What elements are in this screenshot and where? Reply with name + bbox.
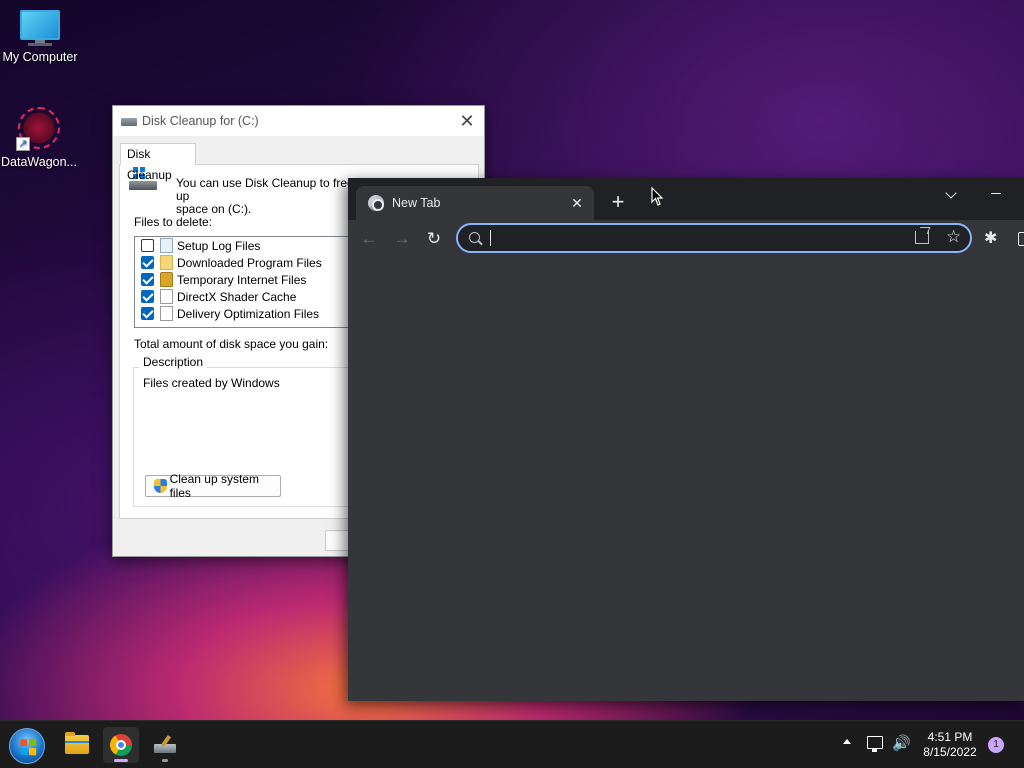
tab-title: New Tab [392,196,441,210]
disk-cleanup-icon [121,114,137,128]
checkbox-checked[interactable] [141,307,154,320]
shortcut-arrow-icon: ↗ [16,137,30,151]
list-item-label: Temporary Internet Files [177,272,307,287]
extensions-puzzle-icon[interactable]: ✱ [984,228,997,250]
list-item-label: Delivery Optimization Files [177,306,320,321]
description-text: Files created by Windows [143,376,280,390]
tab-strip[interactable]: New Tab ✕ + [348,178,1024,220]
list-item-label: DirectX Shader Cache [177,289,297,304]
desktop-icon-label: DataWagon... [1,155,77,169]
file-icon [160,238,173,253]
chrome-icon [110,734,132,756]
description-legend: Description [139,355,208,369]
close-tab-icon[interactable]: ✕ [568,194,586,212]
files-list[interactable]: Setup Log Files Downloaded Program Files… [134,236,374,328]
minimize-button[interactable] [990,184,1004,204]
profile-menu-icon[interactable] [1018,232,1024,246]
intro-line-1: You can use Disk Cleanup to free up [176,176,354,203]
close-icon[interactable]: ✕ [456,110,478,132]
total-space-label: Total amount of disk space you gain: [134,337,329,351]
list-item-label: Setup Log Files [177,238,261,253]
text-caret [490,230,491,246]
chevron-down-icon[interactable] [942,186,962,206]
datawagon-logo-icon: ↗ [16,105,62,151]
network-icon[interactable] [867,736,883,752]
reload-icon[interactable]: ↻ [423,228,445,250]
share-icon[interactable] [915,231,929,244]
new-tab-button[interactable]: + [606,190,630,214]
button-label: Clean up system files [169,472,259,500]
checkbox-checked[interactable] [141,256,154,269]
list-item[interactable]: DirectX Shader Cache [135,288,373,305]
bookmark-star-icon[interactable]: ☆ [946,227,961,247]
document-icon [160,289,173,304]
show-hidden-icons-chevron-up-icon[interactable] [843,739,851,744]
desktop-icon-datawagon[interactable]: ↗ DataWagon... [0,105,79,169]
files-to-delete-label: Files to delete: [134,215,213,229]
list-item-label: Downloaded Program Files [177,255,322,270]
toolbar: ← → ↻ ☆ ✱ [348,220,1024,258]
list-item[interactable]: Setup Log Files [135,237,373,254]
active-indicator [114,759,128,762]
volume-icon[interactable]: 🔊 [892,735,911,753]
list-item[interactable]: Temporary Internet Files [135,271,373,288]
document-icon [160,306,173,321]
checkbox-checked[interactable] [141,273,154,286]
back-arrow-icon[interactable]: ← [358,228,380,250]
running-indicator [162,759,168,762]
list-item[interactable]: Delivery Optimization Files [135,305,373,322]
lock-icon [160,272,173,287]
disk-cleanup-icon [154,734,176,753]
taskbar: 🔊 4:51 PM 8/15/2022 1 [0,720,1024,768]
checkbox[interactable] [141,239,154,252]
clock-date: 8/15/2022 [923,745,977,759]
desktop-icon-my-computer[interactable]: My Computer [0,10,80,64]
disk-cleanup-titlebar[interactable]: Disk Cleanup for (C:) [113,106,484,136]
address-input[interactable] [490,229,870,247]
taskbar-disk-cleanup[interactable] [147,727,183,763]
start-button[interactable] [9,728,45,764]
folder-icon [65,732,89,754]
tab-new-tab[interactable]: New Tab ✕ [356,186,594,220]
shield-icon [154,479,167,493]
monitor-icon [18,10,62,46]
tab-disk-cleanup[interactable]: Disk Cleanup [120,143,196,182]
list-item[interactable]: Downloaded Program Files [135,254,373,271]
notification-badge[interactable]: 1 [988,737,1004,753]
clock[interactable]: 4:51 PM 8/15/2022 [910,730,990,760]
folder-icon [160,255,173,270]
taskbar-google-chrome[interactable] [103,727,139,763]
clean-up-system-files-button[interactable]: Clean up system files [145,472,281,500]
chrome-window: New Tab ✕ + ← → ↻ ☆ ✱ [348,178,1024,701]
desktop-icon-label: My Computer [2,50,78,64]
checkbox-checked[interactable] [141,290,154,303]
chrome-tab-favicon-icon [368,195,384,211]
windows-logo-icon [20,738,37,756]
window-title: Disk Cleanup for (C:) [142,114,259,128]
taskbar-file-explorer[interactable] [59,727,95,763]
clock-time: 4:51 PM [927,730,973,744]
search-icon [469,232,480,243]
intro-text: You can use Disk Cleanup to free up spac… [176,177,356,216]
forward-arrow-icon[interactable]: → [391,228,413,250]
omnibox[interactable]: ☆ [456,223,972,253]
